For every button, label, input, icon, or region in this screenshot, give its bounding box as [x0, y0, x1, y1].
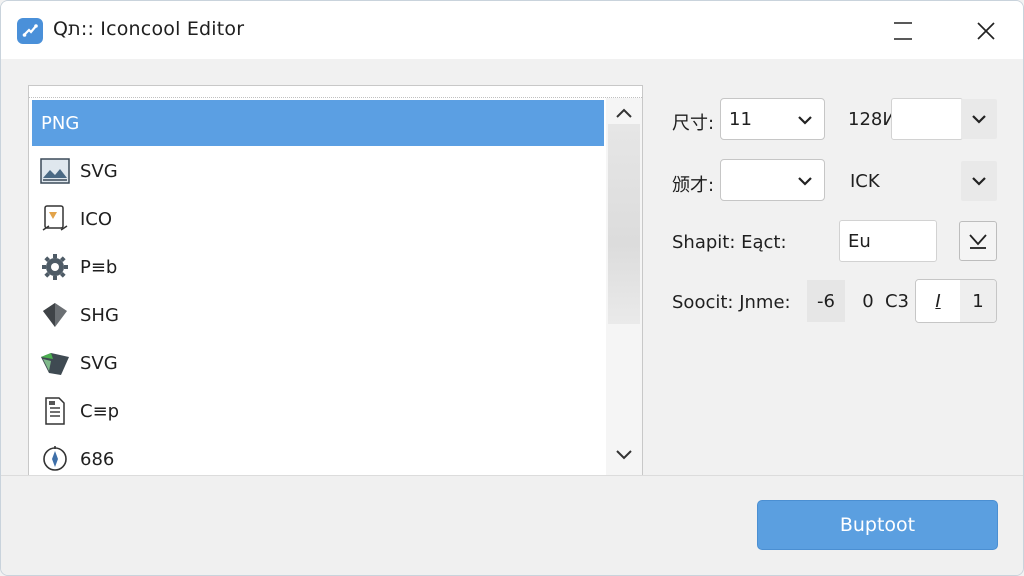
ick-dropdown-button[interactable]	[961, 161, 997, 201]
arrow-shape-icon	[38, 346, 72, 380]
list-item-label: SVG	[80, 352, 118, 374]
italic-toggle[interactable]: I	[916, 280, 960, 322]
scale-zero-value: 0	[862, 290, 874, 312]
chevron-up-icon	[616, 108, 632, 118]
chevron-down-icon	[616, 450, 632, 460]
scale-segment-group: I 1	[915, 279, 997, 323]
chevron-down-icon	[798, 177, 812, 186]
list-item-svg-2[interactable]: SVG	[32, 340, 604, 386]
list-item-cep[interactable]: C≡p	[32, 388, 604, 434]
scale-one-button[interactable]: 1	[960, 280, 996, 322]
list-item-png[interactable]: PNG	[32, 100, 604, 146]
close-button[interactable]	[966, 11, 1006, 51]
close-icon	[977, 22, 995, 40]
list-item-label: ICO	[80, 208, 113, 230]
list-item-label: SVG	[80, 160, 118, 182]
scale-minus-button[interactable]: -6	[807, 280, 845, 322]
image-icon	[38, 154, 72, 188]
format-list[interactable]: PNG SVG ICO P≡b SHG SVG C≡p 686	[28, 85, 643, 477]
shape-label: Shapit: Eąct:	[672, 232, 787, 253]
chevron-down-icon	[972, 115, 986, 124]
window-title: Qת:: Iconcool Editor	[53, 18, 245, 40]
list-scrollbar[interactable]	[606, 98, 642, 476]
chevron-down-icon	[798, 116, 812, 125]
primary-action-button[interactable]: Buptoot	[757, 500, 998, 550]
chevron-down-icon	[972, 177, 986, 186]
row2-combo[interactable]	[720, 159, 825, 201]
list-item-686[interactable]: 686	[32, 436, 604, 476]
app-logo-icon	[17, 18, 43, 44]
scale-label: Soocit: Jnme:	[672, 292, 791, 313]
minimize-button[interactable]	[883, 11, 923, 51]
shape-apply-button[interactable]	[959, 221, 997, 261]
scroll-thumb[interactable]	[608, 124, 640, 324]
size-label: 尺寸:	[672, 113, 715, 134]
title-bar: Qת:: Iconcool Editor	[1, 1, 1023, 59]
edit-doc-icon	[38, 202, 72, 236]
size2-field[interactable]	[891, 98, 963, 140]
row2-label: 颁才:	[672, 175, 715, 196]
list-item-ico[interactable]: ICO	[32, 196, 604, 242]
check-down-icon	[969, 234, 987, 249]
size2-dropdown-button[interactable]	[961, 99, 997, 139]
list-item-label: 686	[80, 448, 115, 470]
list-item-label: SHG	[80, 304, 119, 326]
compass-icon	[38, 442, 72, 476]
minimize-icon	[894, 22, 912, 40]
gear-icon	[38, 250, 72, 284]
app-window: Qת:: Iconcool Editor PNG SVG ICO P≡b SHG…	[0, 0, 1024, 576]
document-icon	[38, 394, 72, 428]
shape-field[interactable]: Eu	[839, 220, 937, 262]
cube-icon	[38, 298, 72, 332]
list-header-divider	[29, 86, 642, 98]
size-combo-value: 11	[729, 108, 752, 130]
list-item-label: C≡p	[80, 400, 120, 422]
scale-c3-value: C3	[884, 290, 910, 312]
scroll-down-button[interactable]	[606, 440, 642, 470]
size-combo[interactable]: 11	[720, 98, 825, 140]
list-item-peb[interactable]: P≡b	[32, 244, 604, 290]
size2-label: 128И	[848, 109, 896, 130]
list-item-svg[interactable]: SVG	[32, 148, 604, 194]
list-item-label: PNG	[41, 112, 80, 134]
list-item-shg[interactable]: SHG	[32, 292, 604, 338]
ick-label: ICK	[850, 171, 880, 192]
list-item-label: P≡b	[80, 256, 118, 278]
